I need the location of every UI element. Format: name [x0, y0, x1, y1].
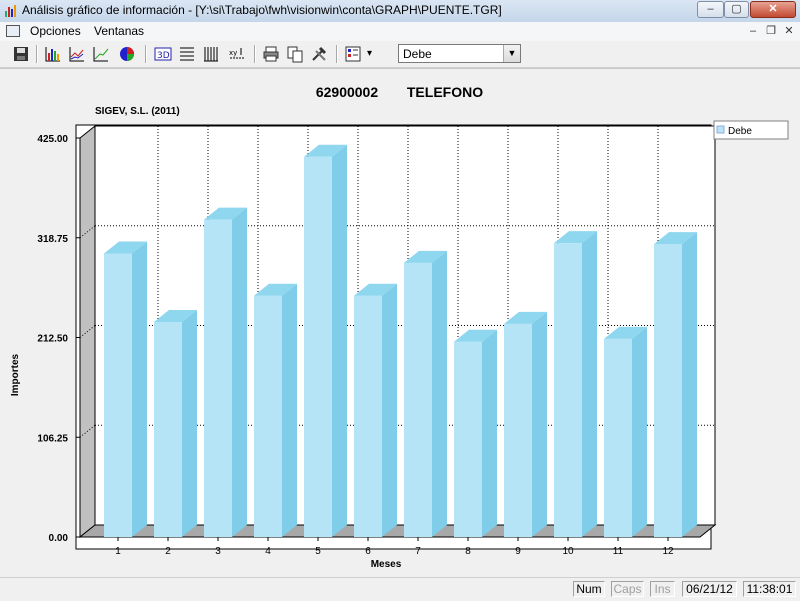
copy-icon[interactable] [286, 45, 304, 63]
x-tick-label: 3 [215, 546, 221, 557]
x-tick-label: 7 [415, 546, 421, 557]
chart-title-code: 62900002 [316, 84, 379, 100]
legend-dropdown-arrow[interactable]: ▾ [367, 48, 372, 59]
bar-side [232, 207, 247, 537]
x-tick-label: 4 [265, 546, 271, 557]
bar-side [632, 326, 647, 537]
bar-side [682, 232, 697, 538]
legend-label: Debe [728, 126, 752, 137]
x-tick-label: 1 [115, 546, 121, 557]
bar-chart-icon[interactable] [44, 45, 62, 63]
bar-side [132, 241, 147, 538]
bar [504, 323, 532, 537]
bar-side [582, 231, 597, 537]
x-tick-label: 9 [515, 546, 521, 557]
document-icon[interactable] [6, 25, 20, 37]
window-title: Análisis gráfico de información - [Y:\si… [22, 3, 502, 17]
mdi-restore-button[interactable]: ❐ [762, 24, 780, 39]
menu-bar: Opciones Ventanas – ❐ ✕ [0, 22, 800, 42]
status-num: Num [573, 581, 605, 597]
status-bar: Num Caps Ins 06/21/12 11:38:01 [0, 577, 800, 601]
title-bar[interactable]: Análisis gráfico de información - [Y:\si… [0, 0, 800, 23]
chart-window: 62900002 TELEFONO SIGEV, S.L. (2011) Mes… [0, 68, 800, 577]
trend-chart-icon[interactable] [92, 45, 110, 63]
y-tick-label: 0.00 [49, 533, 69, 544]
y-tick-label: 318.75 [37, 234, 68, 245]
y-tick-label: 106.25 [37, 433, 68, 444]
series-select-value: Debe [403, 47, 432, 61]
svg-text:3D: 3D [157, 51, 170, 61]
bar-side [282, 283, 297, 537]
status-caps: Caps [611, 581, 644, 597]
legend-swatch [716, 125, 725, 134]
bar [454, 341, 482, 537]
vertical-grid-icon[interactable] [202, 45, 220, 63]
svg-text:xy: xy [229, 49, 237, 57]
bar-side [182, 310, 197, 537]
bar [604, 338, 632, 537]
bar-side [482, 329, 497, 537]
y-tick-label: 212.50 [37, 334, 68, 345]
chart-title-name: TELEFONO [407, 84, 483, 100]
y-axis-label: Importes [10, 353, 21, 396]
toolbar: 3D xy ▾ Debe ▼ [0, 41, 800, 68]
line-chart-icon[interactable] [68, 45, 86, 63]
series-select[interactable]: Debe ▼ [398, 44, 521, 63]
bar-chart: 62900002 TELEFONO SIGEV, S.L. (2011) Mes… [10, 84, 789, 570]
bar-side [432, 250, 447, 537]
y-tick-label: 425.00 [37, 134, 68, 145]
x-tick-label: 5 [315, 546, 321, 557]
status-time: 11:38:01 [743, 581, 796, 597]
bar [304, 156, 332, 537]
bar-side [532, 311, 547, 537]
bar [254, 295, 282, 537]
chart-subtitle: SIGEV, S.L. (2011) [95, 106, 180, 117]
app-chart-icon [5, 5, 16, 17]
bar [404, 262, 432, 537]
tools-icon[interactable] [310, 45, 328, 63]
bar [204, 219, 232, 537]
bar [554, 243, 582, 537]
menu-ventanas[interactable]: Ventanas [94, 24, 144, 38]
minimize-button[interactable]: – [697, 1, 724, 18]
mdi-minimize-button[interactable]: – [744, 24, 762, 39]
chevron-down-icon[interactable]: ▼ [503, 45, 520, 62]
maximize-button[interactable]: ▢ [724, 1, 749, 18]
axis-scale-icon[interactable]: xy [228, 45, 246, 63]
bar [104, 253, 132, 538]
status-ins: Ins [650, 581, 675, 597]
bar [654, 244, 682, 538]
3d-toggle-icon[interactable]: 3D [154, 45, 172, 63]
x-tick-label: 11 [613, 546, 624, 557]
bar-side [382, 283, 397, 537]
bar-side [332, 144, 347, 537]
status-date: 06/21/12 [682, 581, 737, 597]
x-axis-label: Meses [371, 559, 402, 570]
menu-opciones[interactable]: Opciones [30, 24, 81, 38]
bar [154, 322, 182, 537]
bar [354, 295, 382, 537]
save-icon[interactable] [12, 45, 30, 63]
horizontal-grid-icon[interactable] [178, 45, 196, 63]
x-tick-label: 8 [465, 546, 471, 557]
x-tick-label: 12 [662, 546, 674, 557]
mdi-close-button[interactable]: ✕ [780, 24, 798, 39]
x-tick-label: 10 [562, 546, 574, 557]
print-icon[interactable] [262, 45, 280, 63]
close-button[interactable]: ✕ [750, 1, 796, 18]
legend-icon[interactable] [344, 45, 362, 63]
x-tick-label: 2 [165, 546, 171, 557]
pie-chart-icon[interactable] [118, 45, 136, 63]
x-tick-label: 6 [365, 546, 371, 557]
